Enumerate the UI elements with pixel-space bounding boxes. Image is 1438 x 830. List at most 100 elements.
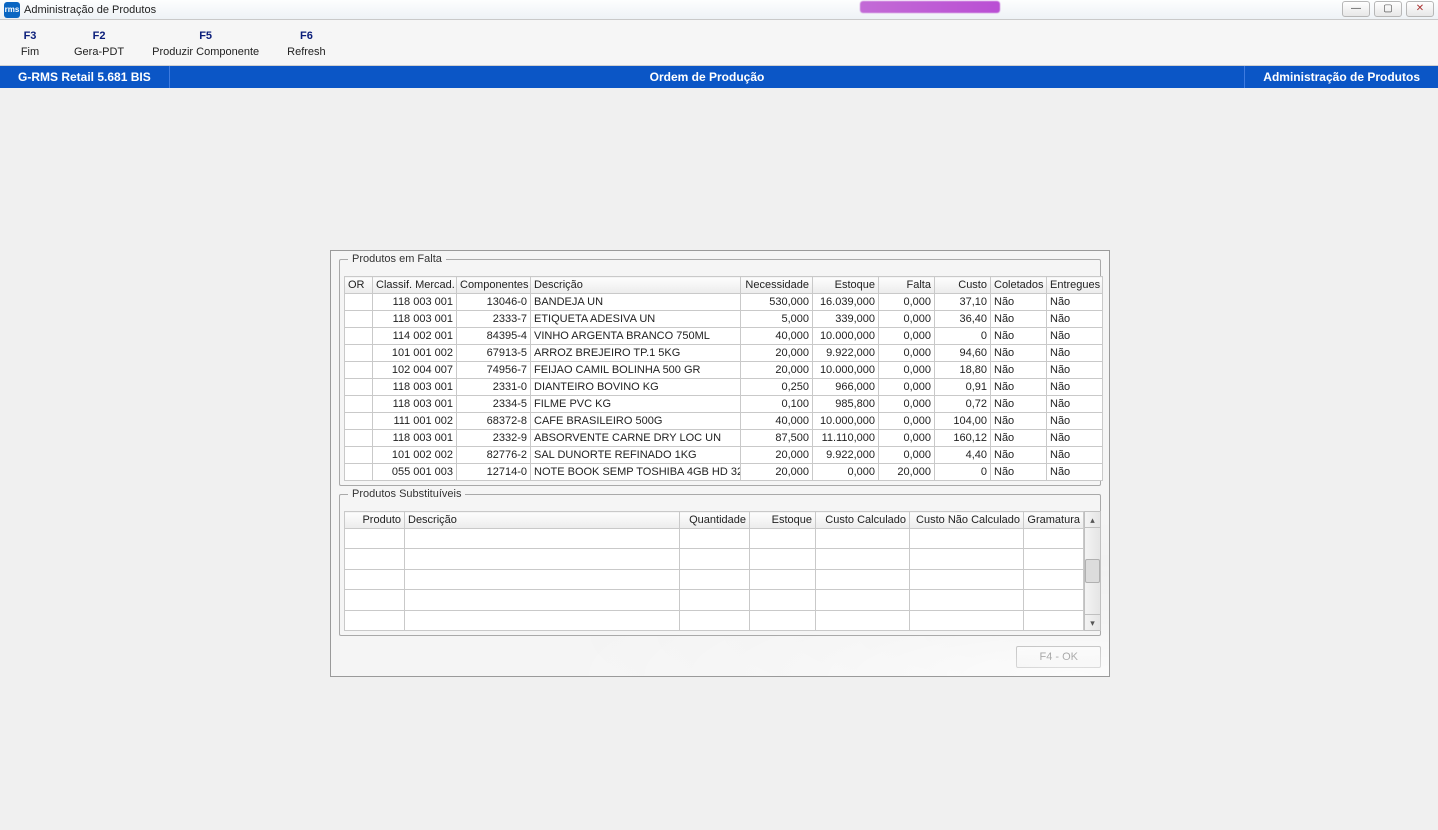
table-row[interactable] xyxy=(345,610,1084,630)
cell-fal: 0,000 xyxy=(879,447,935,464)
cell-cus: 0 xyxy=(935,464,991,481)
cell-ent: Não xyxy=(1047,328,1103,345)
cell-comp: 2333-7 xyxy=(457,311,531,328)
table-row[interactable] xyxy=(345,549,1084,569)
col-header[interactable]: Custo Calculado xyxy=(816,512,910,529)
cell-empty xyxy=(680,590,750,610)
table-produtos-em-falta[interactable]: ORClassif. Mercad.ComponentesDescriçãoNe… xyxy=(344,276,1103,481)
scroll-up-icon[interactable]: ▴ xyxy=(1085,512,1100,528)
col-header[interactable]: Descrição xyxy=(405,512,680,529)
fnkey-f5[interactable]: F5Produzir Componente xyxy=(138,20,273,65)
cell-cm: 118 003 001 xyxy=(373,430,457,447)
table-header-row[interactable]: ORClassif. Mercad.ComponentesDescriçãoNe… xyxy=(345,277,1103,294)
cell-ent: Não xyxy=(1047,362,1103,379)
table-row[interactable]: 101 001 00267913-5ARROZ BREJEIRO TP.1 5K… xyxy=(345,345,1103,362)
cell-comp: 82776-2 xyxy=(457,447,531,464)
cell-nec: 0,100 xyxy=(741,396,813,413)
col-header[interactable]: Produto xyxy=(345,512,405,529)
cell-empty xyxy=(405,569,680,589)
cell-col: Não xyxy=(991,294,1047,311)
cell-nec: 40,000 xyxy=(741,413,813,430)
cell-col: Não xyxy=(991,311,1047,328)
ribbon-right: Administração de Produtos xyxy=(1244,66,1438,88)
maximize-button[interactable]: ▢ xyxy=(1374,1,1402,17)
cell-col: Não xyxy=(991,464,1047,481)
table-row[interactable]: 118 003 0012333-7ETIQUETA ADESIVA UN5,00… xyxy=(345,311,1103,328)
cell-empty xyxy=(910,529,1024,549)
fnkey-shortcut: F5 xyxy=(199,30,212,42)
cell-empty xyxy=(680,549,750,569)
minimize-button[interactable]: — xyxy=(1342,1,1370,17)
col-header[interactable]: Entregues xyxy=(1047,277,1103,294)
table-row[interactable]: 111 001 00268372-8CAFE BRASILEIRO 500G40… xyxy=(345,413,1103,430)
cell-or xyxy=(345,294,373,311)
table-row[interactable] xyxy=(345,590,1084,610)
col-header[interactable]: Custo Não Calculado xyxy=(910,512,1024,529)
table-row[interactable]: 101 002 00282776-2SAL DUNORTE REFINADO 1… xyxy=(345,447,1103,464)
table-row[interactable]: 114 002 00184395-4VINHO ARGENTA BRANCO 7… xyxy=(345,328,1103,345)
scroll-handle[interactable] xyxy=(1085,559,1100,583)
cell-col: Não xyxy=(991,362,1047,379)
table-header-row[interactable]: ProdutoDescriçãoQuantidadeEstoqueCusto C… xyxy=(345,512,1084,529)
groupbox-legend-subst: Produtos Substituíveis xyxy=(348,488,465,500)
vertical-scrollbar[interactable]: ▴ ▾ xyxy=(1084,511,1101,631)
col-header[interactable]: Falta xyxy=(879,277,935,294)
col-header[interactable]: Custo xyxy=(935,277,991,294)
table-row[interactable]: 102 004 00774956-7FEIJAO CAMIL BOLINHA 5… xyxy=(345,362,1103,379)
col-header[interactable]: Quantidade xyxy=(680,512,750,529)
col-header[interactable]: Coletados xyxy=(991,277,1047,294)
cell-empty xyxy=(345,590,405,610)
cell-ent: Não xyxy=(1047,413,1103,430)
col-header[interactable]: Descrição xyxy=(531,277,741,294)
cell-comp: 74956-7 xyxy=(457,362,531,379)
cell-nec: 20,000 xyxy=(741,345,813,362)
close-button[interactable]: ✕ xyxy=(1406,1,1434,17)
cell-empty xyxy=(816,590,910,610)
cell-cm: 114 002 001 xyxy=(373,328,457,345)
col-header[interactable]: Componentes xyxy=(457,277,531,294)
col-header[interactable]: Gramatura xyxy=(1024,512,1084,529)
cell-fal: 0,000 xyxy=(879,413,935,430)
cell-ent: Não xyxy=(1047,447,1103,464)
col-header[interactable]: Necessidade xyxy=(741,277,813,294)
window-controls: — ▢ ✕ xyxy=(1342,1,1434,17)
table-row[interactable]: 118 003 0012331-0DIANTEIRO BOVINO KG0,25… xyxy=(345,379,1103,396)
cell-est: 985,800 xyxy=(813,396,879,413)
table-produtos-substituiveis[interactable]: ProdutoDescriçãoQuantidadeEstoqueCusto C… xyxy=(344,511,1084,631)
fnkey-label: Gera-PDT xyxy=(74,46,124,58)
col-header[interactable]: Estoque xyxy=(813,277,879,294)
table-row[interactable]: 118 003 0012334-5FILME PVC KG0,100985,80… xyxy=(345,396,1103,413)
table-row[interactable] xyxy=(345,529,1084,549)
ok-button[interactable]: F4 - OK xyxy=(1016,646,1101,668)
col-header[interactable]: Estoque xyxy=(750,512,816,529)
cell-nec: 530,000 xyxy=(741,294,813,311)
cell-cus: 36,40 xyxy=(935,311,991,328)
cell-empty xyxy=(1024,590,1084,610)
table-row[interactable]: 055 001 00312714-0NOTE BOOK SEMP TOSHIBA… xyxy=(345,464,1103,481)
ribbon-center: Ordem de Produção xyxy=(170,66,1245,88)
cell-comp: 68372-8 xyxy=(457,413,531,430)
fnkey-f6[interactable]: F6Refresh xyxy=(273,20,340,65)
fnkey-label: Fim xyxy=(21,46,39,58)
cell-ent: Não xyxy=(1047,345,1103,362)
cell-nec: 5,000 xyxy=(741,311,813,328)
cell-est: 9.922,000 xyxy=(813,447,879,464)
table-row[interactable]: 118 003 0012332-9ABSORVENTE CARNE DRY LO… xyxy=(345,430,1103,447)
window-titlebar: rms Administração de Produtos — ▢ ✕ xyxy=(0,0,1438,20)
scroll-down-icon[interactable]: ▾ xyxy=(1085,614,1100,630)
redacted-overlay xyxy=(860,1,1000,13)
col-header[interactable]: OR xyxy=(345,277,373,294)
cell-cm: 118 003 001 xyxy=(373,379,457,396)
table-row[interactable] xyxy=(345,569,1084,589)
col-header[interactable]: Classif. Mercad. xyxy=(373,277,457,294)
fnkey-label: Refresh xyxy=(287,46,326,58)
cell-col: Não xyxy=(991,345,1047,362)
cell-desc: ABSORVENTE CARNE DRY LOC UN xyxy=(531,430,741,447)
cell-empty xyxy=(910,569,1024,589)
fnkey-f3[interactable]: F3Fim xyxy=(0,20,60,65)
fnkey-f2[interactable]: F2Gera-PDT xyxy=(60,20,138,65)
ribbon-left: G-RMS Retail 5.681 BIS xyxy=(0,66,170,88)
cell-desc: ARROZ BREJEIRO TP.1 5KG xyxy=(531,345,741,362)
table-row[interactable]: 118 003 00113046-0BANDEJA UN530,00016.03… xyxy=(345,294,1103,311)
cell-empty xyxy=(405,529,680,549)
